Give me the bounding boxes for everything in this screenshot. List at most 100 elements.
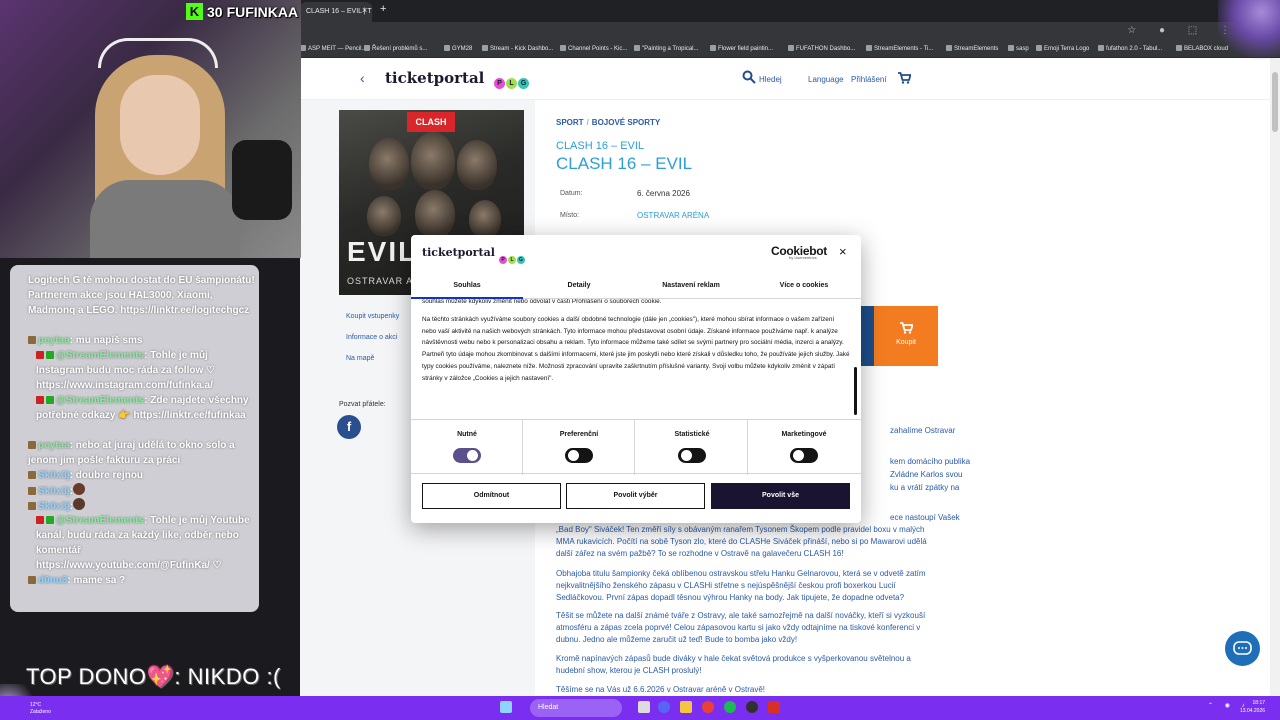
- preferences-toggle[interactable]: [565, 448, 593, 463]
- necessary-toggle[interactable]: [453, 448, 481, 463]
- bookmark[interactable]: fufathon 2.0 - Tabul...: [1098, 45, 1162, 52]
- chat-text: : doubre rejnou: [69, 470, 144, 481]
- plg-l: L: [508, 256, 516, 264]
- buy-button[interactable]: Koupit: [874, 306, 938, 366]
- bookmark[interactable]: Řešení problémů s...: [364, 45, 427, 52]
- cart-icon[interactable]: [898, 71, 912, 89]
- bookmark[interactable]: Stream - Kick Dashbo...: [482, 45, 553, 52]
- streamer-face: [120, 75, 200, 175]
- category-necessary: Nutné: [411, 420, 523, 475]
- allow-all-button[interactable]: Povolit vše: [711, 483, 850, 509]
- chat-message: d0nu3: mame sa ?: [28, 573, 256, 588]
- weather-temp: 12°C: [30, 702, 42, 708]
- reject-button[interactable]: Odmítnout: [422, 483, 561, 509]
- allow-selection-button[interactable]: Povolit výběr: [566, 483, 705, 509]
- category-label: Nutné: [457, 431, 477, 438]
- chat-badge-icon: [28, 502, 36, 510]
- chat-username: Sk0x3j: [38, 470, 70, 481]
- cookie-site-logo: ticketportal: [422, 246, 495, 259]
- chat-username: peytaa: [38, 335, 70, 346]
- facebook-icon[interactable]: f: [337, 415, 361, 439]
- chat-username: Sk0x3j: [38, 486, 70, 497]
- cat-ear-headband: [98, 38, 218, 68]
- search-icon[interactable]: [742, 70, 756, 89]
- cookie-plg-logo: PLG: [499, 248, 526, 266]
- file-explorer-icon[interactable]: [680, 701, 692, 713]
- bookmark[interactable]: "Painting a Tropical...: [634, 45, 699, 52]
- venue-label: Místo:: [560, 212, 580, 219]
- weather-widget[interactable]: 12°C Zataženo: [30, 702, 51, 716]
- chat-username: @StreamElements: [56, 350, 145, 361]
- cookiebot-byline: by Usercentrics: [789, 255, 817, 260]
- app-icon[interactable]: [768, 701, 780, 713]
- chat-support-button[interactable]: [1225, 631, 1260, 666]
- bookmark[interactable]: Flower field paintin...: [710, 45, 773, 52]
- obs-icon[interactable]: [746, 701, 758, 713]
- new-tab-icon[interactable]: +: [380, 3, 386, 15]
- breadcrumb-combat[interactable]: BOJOVÉ SPORTY: [592, 118, 660, 127]
- description-paragraph: Těšit se můžete na další známé tváře z O…: [556, 611, 926, 644]
- chat-username: @StreamElements: [56, 515, 145, 526]
- poster-fighter: [369, 138, 409, 190]
- chat-message: @StreamElements: Zde najdete všechny pot…: [28, 393, 256, 423]
- tab-consent[interactable]: Souhlas: [411, 273, 523, 299]
- bookmark[interactable]: GYM28: [444, 45, 472, 52]
- bookmark[interactable]: StreamElements - Ti...: [866, 45, 933, 52]
- taskbar-search[interactable]: Hledat: [530, 699, 622, 717]
- chat-message: Logitech G tě mohou dostat do EU šampion…: [28, 273, 256, 318]
- start-icon[interactable]: [500, 701, 512, 713]
- weather-desc: Zataženo: [30, 709, 51, 715]
- sidebar-link-info[interactable]: Informace o akci: [346, 334, 397, 341]
- tab-about-cookies[interactable]: Více o cookies: [748, 273, 860, 299]
- site-logo[interactable]: ticketportal: [385, 69, 484, 87]
- language-link[interactable]: Language: [808, 75, 844, 84]
- clock-time: 18:17: [1252, 700, 1266, 706]
- spotify-icon[interactable]: [724, 701, 736, 713]
- breadcrumb-sport[interactable]: SPORT: [556, 118, 584, 127]
- clock[interactable]: 18:17 13.04.2026: [1240, 699, 1265, 715]
- chat-message: @StreamElements: Tohle je můj Instagram …: [28, 348, 256, 393]
- chat-message: Sk0x3j:: [28, 498, 256, 514]
- kick-icon: K: [186, 3, 203, 21]
- description-paragraph: „Bad Boy" Siváček! Ten změří síly s obáv…: [556, 525, 927, 558]
- poster-fighter: [457, 140, 497, 190]
- cookie-scrollbar[interactable]: [854, 367, 857, 415]
- info-button[interactable]: [860, 306, 874, 366]
- poster-fighter: [411, 132, 455, 190]
- bookmark[interactable]: sasp: [1008, 45, 1029, 52]
- kick-count: 30: [207, 3, 223, 20]
- chrome-icon[interactable]: [702, 701, 714, 713]
- chat-badge-icon: [36, 396, 44, 404]
- sidebar-link-map[interactable]: Na mapě: [346, 355, 374, 362]
- chat-text: Logitech G tě mohou dostat do EU šampion…: [28, 275, 255, 316]
- chat-badge-icon: [28, 576, 36, 584]
- breadcrumb: SPORT / BOJOVÉ SPORTY: [556, 118, 661, 127]
- plg-p: P: [499, 256, 507, 264]
- bookmark[interactable]: FUFATHON Dashbo...: [788, 45, 855, 52]
- venue-link[interactable]: OSTRAVAR ARÉNA: [637, 211, 709, 220]
- tab-details[interactable]: Detaily: [523, 273, 635, 299]
- chat-badge-icon: [36, 351, 44, 359]
- site-header: ‹ ticketportal PLG Hledej Language Přihl…: [300, 58, 1270, 100]
- marketing-toggle[interactable]: [790, 448, 818, 463]
- bookmark[interactable]: Channel Points - Kic...: [560, 45, 627, 52]
- chat-badge-icon: [28, 471, 36, 479]
- sidebar-link-buy[interactable]: Koupit vstupenky: [346, 313, 399, 320]
- task-view-icon[interactable]: [638, 701, 650, 713]
- close-tab-icon[interactable]: ×: [362, 5, 367, 15]
- bookmark[interactable]: Emoji Terra Logo: [1036, 45, 1089, 52]
- poster-title: EVIL: [347, 236, 418, 267]
- close-icon[interactable]: ×: [839, 244, 847, 259]
- tab-ad-settings[interactable]: Nastavení reklam: [635, 273, 747, 299]
- bookmark[interactable]: ASP MEIT — Pencil...: [300, 45, 366, 52]
- page-scrollbar[interactable]: [1270, 58, 1280, 696]
- page-scrollbar-thumb[interactable]: [1272, 72, 1278, 132]
- chat-username: @StreamElements: [56, 395, 145, 406]
- bookmark[interactable]: StreamElements: [946, 45, 998, 52]
- description-fragment: ece nastoupí Vašek: [890, 513, 960, 522]
- search-link[interactable]: Hledej: [759, 75, 782, 84]
- statistics-toggle[interactable]: [678, 448, 706, 463]
- discord-icon[interactable]: [658, 701, 670, 713]
- login-link[interactable]: Přihlášení: [851, 75, 887, 84]
- back-arrow-icon[interactable]: ‹: [360, 70, 365, 86]
